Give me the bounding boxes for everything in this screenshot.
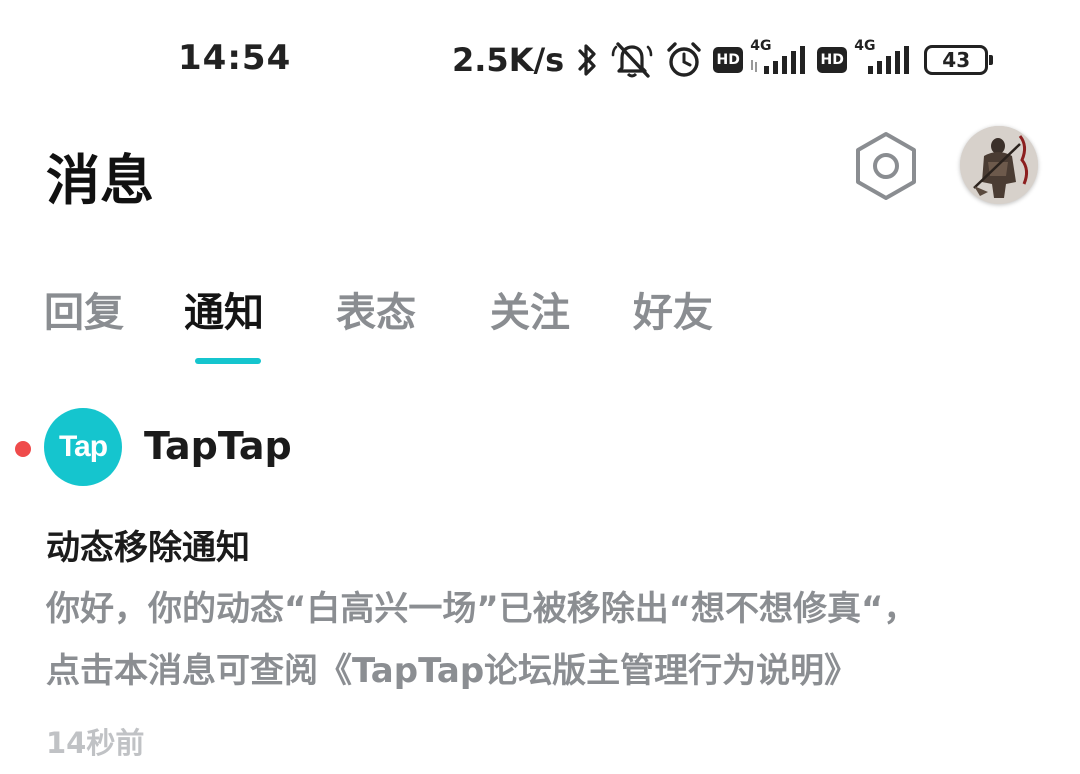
avatar[interactable] (960, 126, 1038, 204)
notification-body-line-1: 你好，你的动态“白高兴一场”已被移除出“想不想修真“， (46, 589, 918, 629)
settings-button[interactable] (852, 130, 920, 202)
notification-title: 动态移除通知 (46, 528, 250, 568)
hd-icon: HD (708, 36, 748, 84)
hexagon-settings-icon (856, 132, 916, 200)
message-tabs: 回复 通知 表态 关注 好友 (44, 280, 804, 370)
network-speed: 2.5K/s (452, 41, 565, 79)
notification-timestamp: 14秒前 (46, 726, 145, 760)
signal-icon: 4G (852, 36, 924, 84)
tab-replies[interactable]: 回复 (44, 280, 124, 338)
hd-badge-2: HD (817, 47, 848, 73)
status-time: 14:54 (178, 38, 292, 78)
alarm-icon (660, 36, 708, 84)
page-title: 消息 (46, 149, 154, 212)
notification-body-line-2: 点击本消息可查阅《TapTap论坛版主管理行为说明》 (46, 651, 859, 691)
status-bar: 14:54 2.5K/s HD 4G HD 4G 43 (0, 0, 1080, 120)
signal-icon: 4G (748, 36, 812, 84)
unread-dot (15, 441, 31, 457)
taptap-logo-icon: Tap (44, 408, 122, 486)
bluetooth-icon (570, 36, 604, 84)
tab-follows[interactable]: 关注 (490, 280, 570, 338)
mute-icon (604, 36, 660, 84)
hd-icon: HD (812, 36, 852, 84)
notification-body: 你好，你的动态“白高兴一场”已被移除出“想不想修真“， 点击本消息可查阅《Tap… (46, 578, 1046, 702)
logo-text: Tap (58, 430, 108, 463)
user-avatar-image (960, 126, 1038, 204)
active-tab-indicator (195, 358, 261, 364)
sender-name: TapTap (144, 424, 292, 468)
tab-notifications[interactable]: 通知 (184, 280, 264, 338)
tab-friends[interactable]: 好友 (633, 280, 713, 338)
battery-icon: 43 (924, 45, 994, 75)
status-icons: 2.5K/s HD 4G HD 4G 43 (452, 36, 994, 84)
hd-badge-1: HD (713, 47, 744, 73)
battery-level: 43 (942, 48, 971, 72)
tab-reactions[interactable]: 表态 (336, 280, 416, 338)
notification-item[interactable]: Tap TapTap 动态移除通知 你好，你的动态“白高兴一场”已被移除出“想不… (0, 400, 1080, 774)
